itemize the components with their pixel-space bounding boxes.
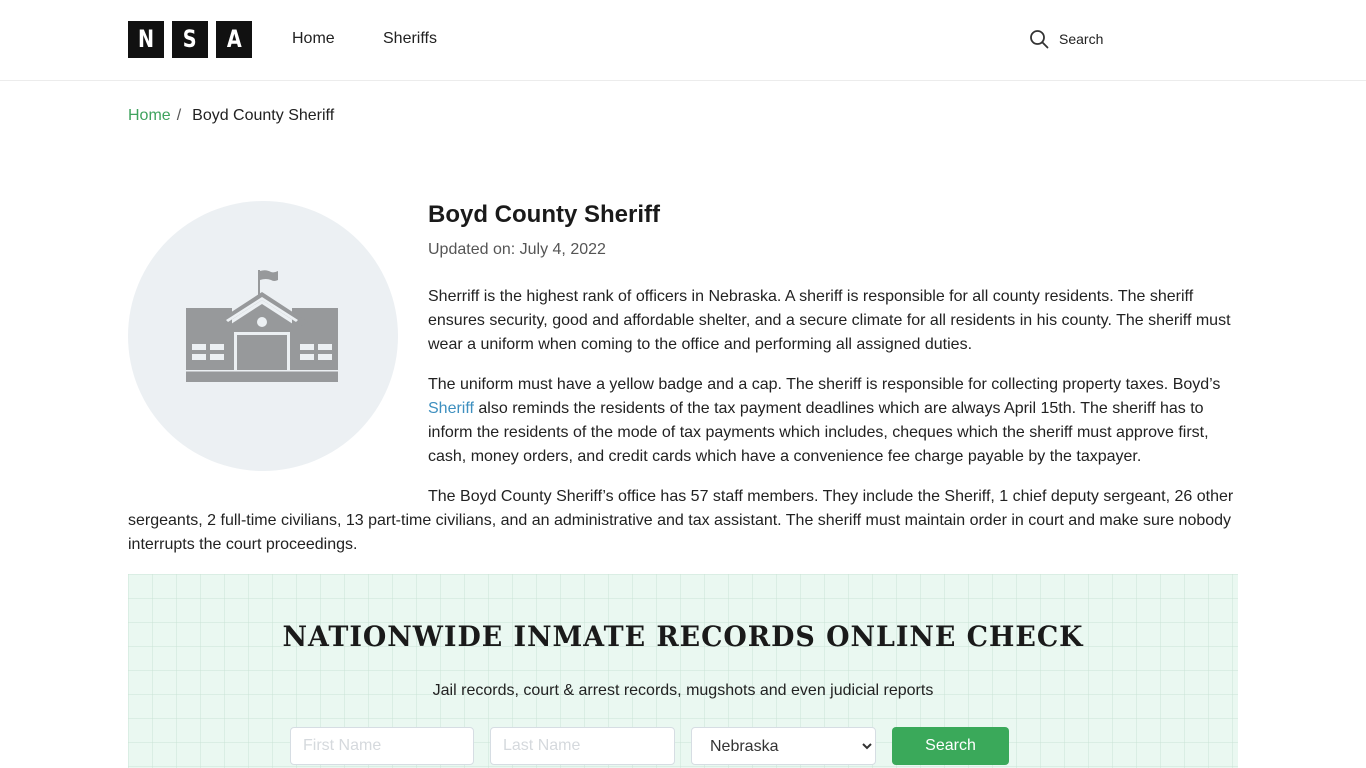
logo-letter-box: N bbox=[128, 21, 164, 58]
article-paragraph: The Boyd County Sheriff’s office has 57 … bbox=[128, 488, 1234, 553]
breadcrumb: Home / Boyd County Sheriff bbox=[128, 107, 334, 125]
breadcrumb-separator: / bbox=[176, 107, 182, 124]
article-paragraph: The uniform must have a yellow badge and… bbox=[428, 373, 1240, 469]
paragraph-text: also reminds the residents of the tax pa… bbox=[428, 400, 1209, 465]
header-search-button[interactable]: Search bbox=[1029, 29, 1103, 49]
last-name-input[interactable] bbox=[490, 727, 675, 765]
promo-title: NATIONWIDE INMATE RECORDS ONLINE CHECK bbox=[282, 620, 1084, 653]
logo-letter: S bbox=[183, 25, 197, 53]
inmate-search-panel: NATIONWIDE INMATE RECORDS ONLINE CHECK J… bbox=[128, 574, 1238, 768]
page-title: Boyd County Sheriff bbox=[428, 201, 660, 228]
logo-letter-box: A bbox=[216, 21, 252, 58]
logo-letter: A bbox=[226, 25, 242, 53]
promo-subtitle: Jail records, court & arrest records, mu… bbox=[432, 682, 934, 699]
updated-date: Updated on: July 4, 2022 bbox=[428, 241, 606, 258]
breadcrumb-home[interactable]: Home bbox=[128, 107, 171, 125]
site-logo[interactable]: N S A bbox=[128, 21, 252, 58]
paragraph-text: The uniform must have a yellow badge and… bbox=[428, 376, 1221, 393]
logo-letter: N bbox=[137, 25, 155, 53]
header-search-label: Search bbox=[1059, 31, 1104, 47]
search-icon bbox=[1030, 30, 1049, 49]
logo-letter-box: S bbox=[172, 21, 208, 58]
hero-image bbox=[128, 201, 398, 471]
building-courthouse-icon bbox=[186, 270, 338, 382]
sheriff-link[interactable]: Sheriff bbox=[428, 400, 474, 417]
first-name-input[interactable] bbox=[290, 727, 474, 765]
nav-sheriffs[interactable]: Sheriffs bbox=[383, 30, 437, 48]
article-paragraph: Sherriff is the highest rank of officers… bbox=[428, 288, 1231, 353]
search-button[interactable]: Search bbox=[892, 727, 1009, 765]
nav-home[interactable]: Home bbox=[292, 30, 335, 48]
state-select[interactable]: Nebraska bbox=[691, 727, 876, 765]
breadcrumb-current: Boyd County Sheriff bbox=[192, 107, 335, 124]
site-header: N S A Home Sheriffs Search bbox=[0, 0, 1366, 81]
